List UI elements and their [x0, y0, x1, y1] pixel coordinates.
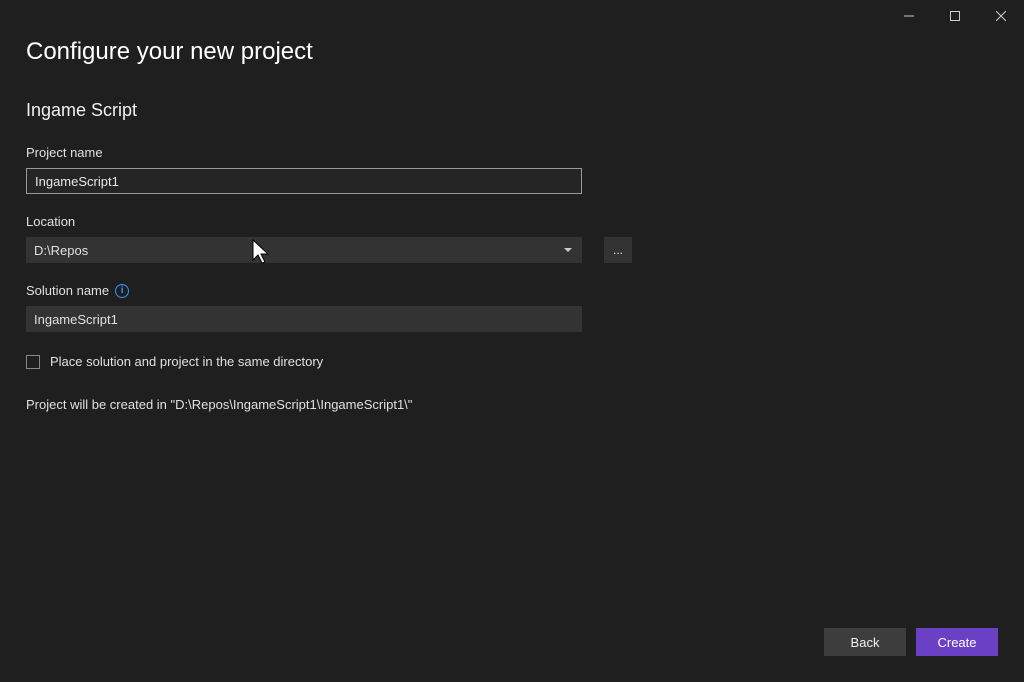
page-title: Configure your new project: [26, 38, 998, 66]
template-name: Ingame Script: [26, 100, 998, 121]
browse-button[interactable]: ...: [604, 237, 632, 263]
create-button[interactable]: Create: [916, 628, 998, 656]
chevron-down-icon: [564, 248, 572, 252]
location-value: D:\Repos: [34, 243, 88, 258]
maximize-icon: [950, 11, 960, 21]
same-directory-row: Place solution and project in the same d…: [26, 354, 998, 369]
close-button[interactable]: [978, 0, 1024, 32]
path-info: Project will be created in "D:\Repos\Ing…: [26, 397, 998, 412]
same-directory-label: Place solution and project in the same d…: [50, 354, 323, 369]
project-name-input[interactable]: [26, 168, 582, 194]
same-directory-checkbox[interactable]: [26, 355, 40, 369]
solution-name-label-text: Solution name: [26, 283, 109, 298]
maximize-button[interactable]: [932, 0, 978, 32]
back-button[interactable]: Back: [824, 628, 906, 656]
minimize-icon: [904, 11, 914, 21]
content-area: Configure your new project Ingame Script…: [0, 38, 1024, 412]
minimize-button[interactable]: [886, 0, 932, 32]
location-label: Location: [26, 214, 998, 229]
titlebar: [0, 0, 1024, 32]
close-icon: [996, 11, 1006, 21]
solution-name-label: Solution name i: [26, 283, 998, 298]
info-icon[interactable]: i: [115, 284, 129, 298]
footer: Back Create: [824, 628, 998, 656]
solution-name-input[interactable]: [26, 306, 582, 332]
location-dropdown[interactable]: D:\Repos: [26, 237, 582, 263]
project-name-label: Project name: [26, 145, 998, 160]
